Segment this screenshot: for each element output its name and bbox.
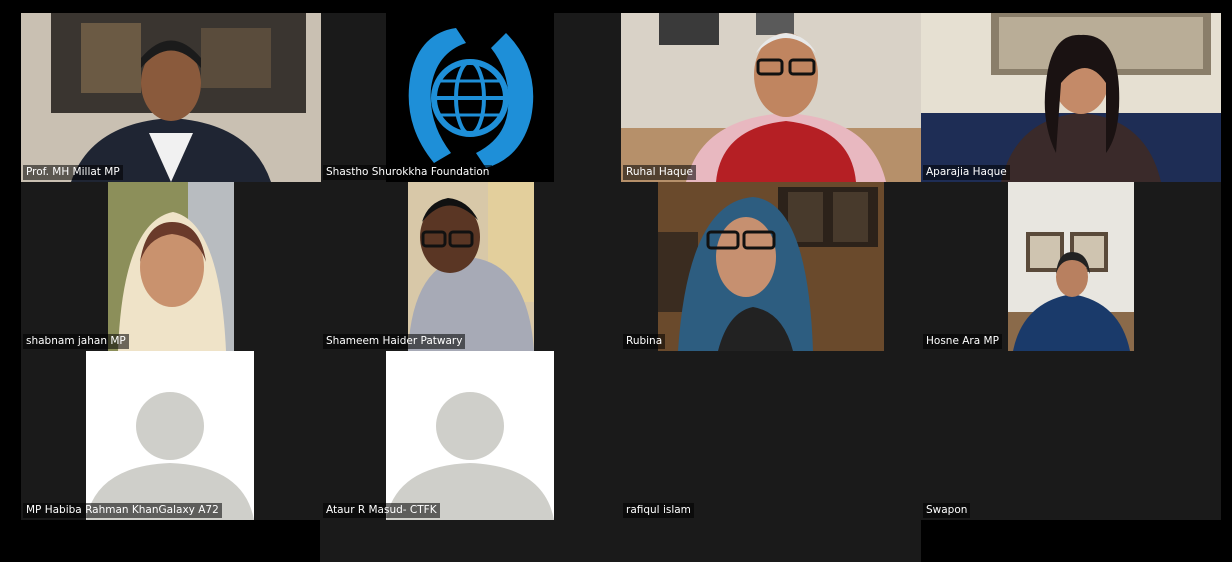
participant-tile-aparajia[interactable]: Aparajia Haque: [921, 13, 1221, 182]
person-avatar-icon: [86, 351, 254, 520]
participant-video: [1008, 182, 1134, 351]
participant-name: shabnam jahan MP: [23, 334, 129, 349]
globe-hands-logo-icon: [386, 13, 554, 182]
person-avatar-icon: [386, 351, 554, 520]
participant-name: Hosne Ara MP: [923, 334, 1002, 349]
participant-tile-habiba[interactable]: MP Habiba Rahman KhanGalaxy A72: [21, 351, 321, 520]
participant-tile-ruhal[interactable]: Ruhal Haque: [621, 13, 921, 182]
video-meeting-gallery: { "participants": [ {"name": "Prof. MH M…: [0, 0, 1232, 562]
participant-video: [921, 13, 1221, 182]
participant-name: rafiqul islam: [623, 503, 694, 518]
participant-video: [21, 13, 321, 182]
participant-video: [108, 182, 234, 351]
participant-name: Prof. MH Millat MP: [23, 165, 123, 180]
participant-video: [408, 182, 534, 351]
participant-tile-rafiqul[interactable]: rafiqul islam: [621, 351, 921, 520]
participant-tile-hosne[interactable]: Hosne Ara MP: [921, 182, 1221, 351]
participant-name: Rubina: [623, 334, 666, 349]
participant-avatar: [386, 351, 554, 520]
participant-name: Ataur R Masud- CTFK: [323, 503, 440, 518]
participant-tile-rubina[interactable]: Rubina: [621, 182, 921, 351]
participant-name: Shameem Haider Patwary: [323, 334, 466, 349]
participant-tile-shameem[interactable]: Shameem Haider Patwary: [321, 182, 621, 351]
gallery-footer-strip: [320, 520, 921, 562]
participant-video: [621, 13, 921, 182]
participant-tile-swapon[interactable]: Swapon: [921, 351, 1221, 520]
participant-name: Shastho Shurokkha Foundation: [323, 165, 493, 180]
participant-tile-millat[interactable]: Prof. MH Millat MP: [21, 13, 321, 182]
participant-tile-ataur[interactable]: Ataur R Masud- CTFK: [321, 351, 621, 520]
foundation-logo-video: [386, 13, 554, 182]
participant-avatar: [86, 351, 254, 520]
participant-name: Ruhal Haque: [623, 165, 696, 180]
participant-name: MP Habiba Rahman KhanGalaxy A72: [23, 503, 222, 518]
participant-video: [658, 182, 884, 351]
participant-name: Swapon: [923, 503, 971, 518]
participant-tile-foundation[interactable]: Shastho Shurokkha Foundation: [321, 13, 621, 182]
participant-tile-shabnam[interactable]: shabnam jahan MP: [21, 182, 321, 351]
participant-name: Aparajia Haque: [923, 165, 1010, 180]
